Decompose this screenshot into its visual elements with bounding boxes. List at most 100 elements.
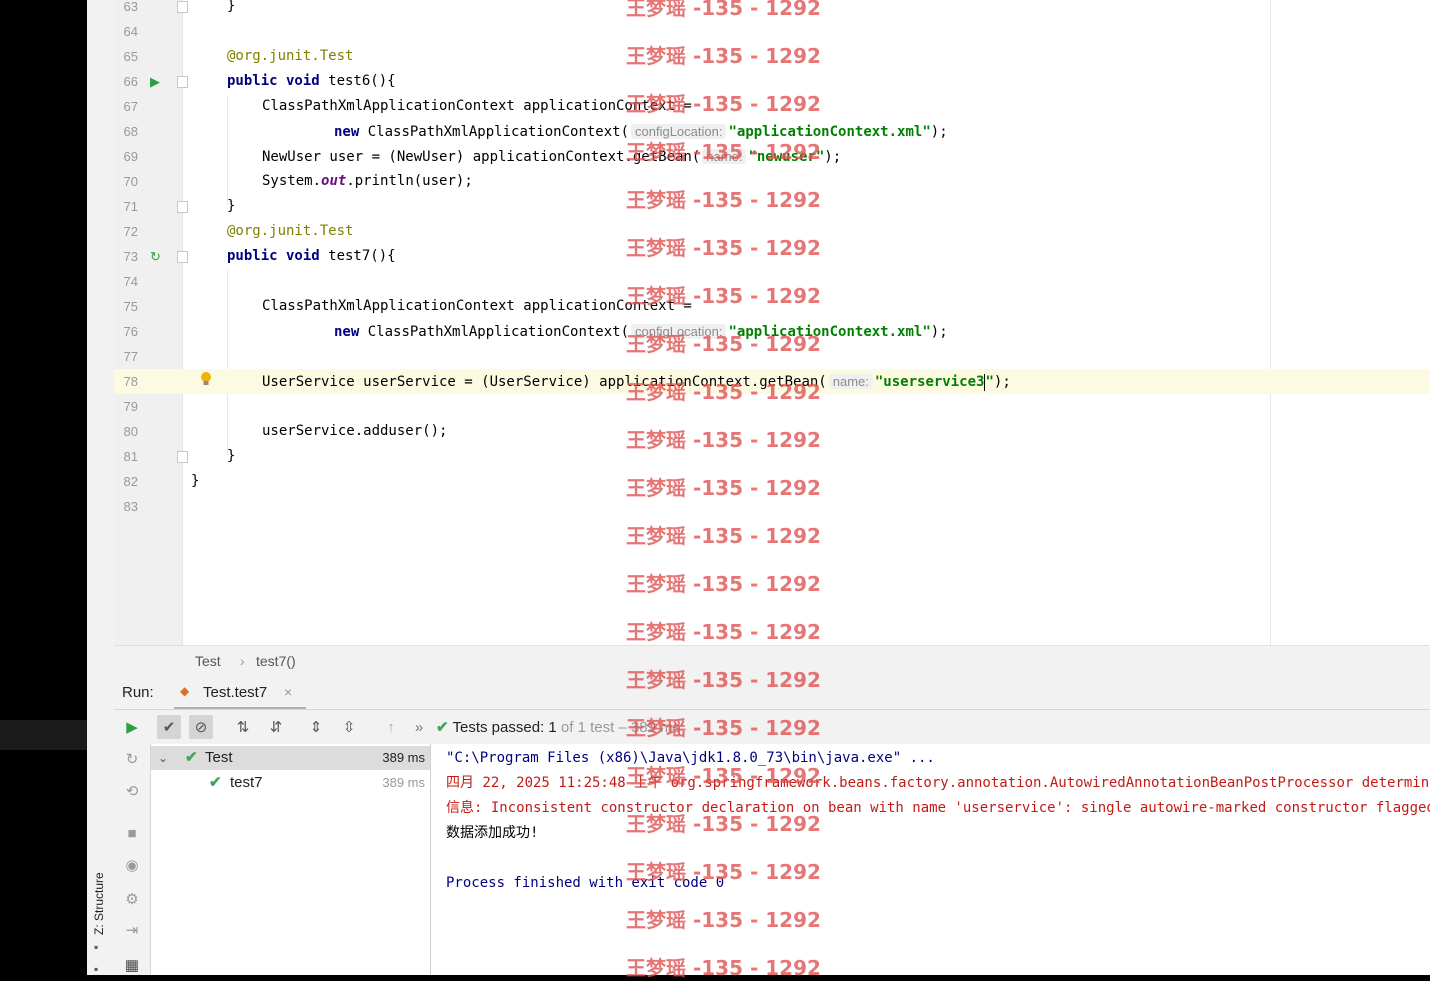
code-line[interactable]: 70 System.out.println(user); xyxy=(114,169,1430,194)
console-line: 数据添加成功! xyxy=(446,825,539,841)
sort-by-duration-icon[interactable]: ⇵ xyxy=(264,715,288,739)
keyword: new xyxy=(334,124,360,140)
tree-duration: 389 ms xyxy=(382,775,425,790)
line-number: 77 xyxy=(123,349,138,364)
collapse-all-icon[interactable]: ⇳ xyxy=(337,715,361,739)
rerun-test-icon[interactable]: ↻ xyxy=(150,244,161,269)
stop-icon[interactable]: ■ xyxy=(122,824,142,844)
settings-icon[interactable]: ⚙ xyxy=(122,890,142,910)
code-line[interactable]: 77 xyxy=(114,344,1430,369)
code-line[interactable]: 65 @org.junit.Test xyxy=(114,44,1430,69)
run-toolbar: ▶ ✔ ⊘ ⇅ ⇵ ⇕ ⇳ ↑ » ✔ Tests passed: 1 of 1… xyxy=(114,710,1430,745)
code-line[interactable]: 82 } xyxy=(114,469,1430,494)
fold-marker-icon[interactable] xyxy=(177,251,188,263)
lightbulb-icon[interactable] xyxy=(200,371,212,387)
show-ignored-icon[interactable]: ⊘ xyxy=(189,715,213,739)
run-side-toolbar: ↻ ⟲ ■ ◉ ⚙ ⇥ ▦ xyxy=(114,744,151,975)
line-number: 71 xyxy=(123,199,138,214)
close-tab-icon[interactable]: × xyxy=(284,684,292,700)
code-line[interactable]: 75 ClassPathXmlApplicationContext applic… xyxy=(114,294,1430,319)
code-line[interactable]: 69 NewUser user = (NewUser) applicationC… xyxy=(114,144,1430,169)
show-passed-icon[interactable]: ✔ xyxy=(157,715,181,739)
tree-row-test-method[interactable]: ✔ test7 389 ms xyxy=(151,771,430,795)
code-text: ClassPathXmlApplicationContext applicati… xyxy=(262,298,692,314)
chevron-down-icon[interactable]: ⌄ xyxy=(158,746,168,770)
code-text: new ClassPathXmlApplicationContext(confi… xyxy=(334,119,948,145)
console-output[interactable]: "C:\Program Files (x86)\Java\jdk1.8.0_73… xyxy=(431,744,1430,975)
line-number: 66 xyxy=(123,74,138,89)
fold-marker-icon[interactable] xyxy=(177,1,188,13)
tab-label: Test.test7 xyxy=(203,684,268,701)
code-text: new ClassPathXmlApplicationContext(confi… xyxy=(334,319,948,345)
code-text: userService.adduser(); xyxy=(262,423,448,439)
tab-run-config[interactable]: ◆ Test.test7 × xyxy=(174,676,306,709)
code-line[interactable]: 72 @org.junit.Test xyxy=(114,219,1430,244)
code-token: ); xyxy=(930,124,948,140)
code-line[interactable]: 71 } xyxy=(114,194,1430,219)
code-line[interactable]: 80 userService.adduser(); xyxy=(114,419,1430,444)
layout-icon[interactable]: ▦ xyxy=(122,956,142,976)
snapshot-icon[interactable]: ◉ xyxy=(122,856,142,876)
code-line[interactable]: 79 xyxy=(114,394,1430,419)
code-line[interactable]: 66 ▶ public void test6(){ xyxy=(114,69,1430,94)
breadcrumb-method[interactable]: test7() xyxy=(256,653,296,669)
parameter-hint: configLocation: xyxy=(631,124,727,139)
code-token: NewUser user = (NewUser) applicationCont… xyxy=(262,149,701,165)
code-line[interactable]: 68 new ClassPathXmlApplicationContext(co… xyxy=(114,119,1430,144)
rerun-failed-icon[interactable]: ↻ xyxy=(122,750,142,770)
code-line[interactable]: 81 } xyxy=(114,444,1430,469)
toggle-auto-test-icon[interactable]: ⟲ xyxy=(122,782,142,802)
tool-window-strip: ▪ ▪ xyxy=(87,0,115,976)
line-number: 73 xyxy=(123,249,138,264)
status-passed-label: Tests passed: xyxy=(452,719,545,736)
code-text: NewUser user = (NewUser) applicationCont… xyxy=(262,144,841,170)
structure-tool-button[interactable]: Z: Structure xyxy=(92,872,106,935)
console-line: Process finished with exit code 0 xyxy=(446,875,725,891)
code-line[interactable]: 63 } xyxy=(114,0,1430,19)
tree-label: Test xyxy=(205,749,233,766)
code-text: } xyxy=(191,473,200,489)
code-line[interactable]: 73 ↻ public void test7(){ xyxy=(114,244,1430,269)
code-line[interactable]: 76 new ClassPathXmlApplicationContext(co… xyxy=(114,319,1430,344)
breadcrumb: Test › test7() xyxy=(114,645,1430,677)
tree-row-test-class[interactable]: ⌄ ✔ Test 389 ms xyxy=(151,746,430,770)
code-text: System.out.println(user); xyxy=(262,169,473,194)
code-token: ); xyxy=(824,149,842,165)
code-line[interactable]: 64 xyxy=(114,19,1430,44)
breadcrumb-class[interactable]: Test xyxy=(195,653,221,669)
line-number: 80 xyxy=(123,424,138,439)
rerun-icon[interactable]: ▶ xyxy=(120,715,144,739)
code-line[interactable]: 83 xyxy=(114,494,1430,519)
code-editor[interactable]: 63 } 64 65 @org.junit.Test 66 ▶ public v… xyxy=(114,0,1430,645)
line-number: 79 xyxy=(123,399,138,414)
line-number: 69 xyxy=(123,149,138,164)
fold-marker-icon[interactable] xyxy=(177,201,188,213)
code-text: public void test7(){ xyxy=(227,244,396,269)
import-tests-icon[interactable]: ⇥ xyxy=(122,921,142,941)
parameter-hint: configLocation: xyxy=(631,324,727,339)
code-text: UserService userService = (UserService) … xyxy=(262,369,1011,395)
code-token: test7(){ xyxy=(319,248,396,264)
code-token: .println(user); xyxy=(346,173,473,189)
string-literal-end: " xyxy=(985,374,994,390)
code-line[interactable]: 67 ClassPathXmlApplicationContext applic… xyxy=(114,94,1430,119)
more-actions-icon[interactable]: » xyxy=(407,715,431,739)
line-number: 76 xyxy=(123,324,138,339)
code-line[interactable]: 74 xyxy=(114,269,1430,294)
annotation-prefix: @org.junit. xyxy=(227,223,320,239)
console-line: 信息: Inconsistent constructor declaration… xyxy=(446,800,1430,816)
expand-all-icon[interactable]: ⇕ xyxy=(304,715,328,739)
breadcrumb-separator-icon: › xyxy=(240,653,245,669)
sort-alphabetically-icon[interactable]: ⇅ xyxy=(231,715,255,739)
status-count: 1 xyxy=(548,719,557,736)
previous-failed-icon[interactable]: ↑ xyxy=(379,715,403,739)
line-number: 63 xyxy=(123,0,138,14)
code-text: @org.junit.Test xyxy=(227,44,353,69)
fold-marker-icon[interactable] xyxy=(177,76,188,88)
run-test-icon[interactable]: ▶ xyxy=(150,69,160,94)
structure-icon[interactable]: ▪ xyxy=(94,940,98,954)
favorites-icon[interactable]: ▪ xyxy=(94,962,98,976)
code-line-current[interactable]: 78 UserService userService = (UserServic… xyxy=(114,369,1430,394)
fold-marker-icon[interactable] xyxy=(177,451,188,463)
passed-check-icon: ✔ xyxy=(436,719,449,736)
